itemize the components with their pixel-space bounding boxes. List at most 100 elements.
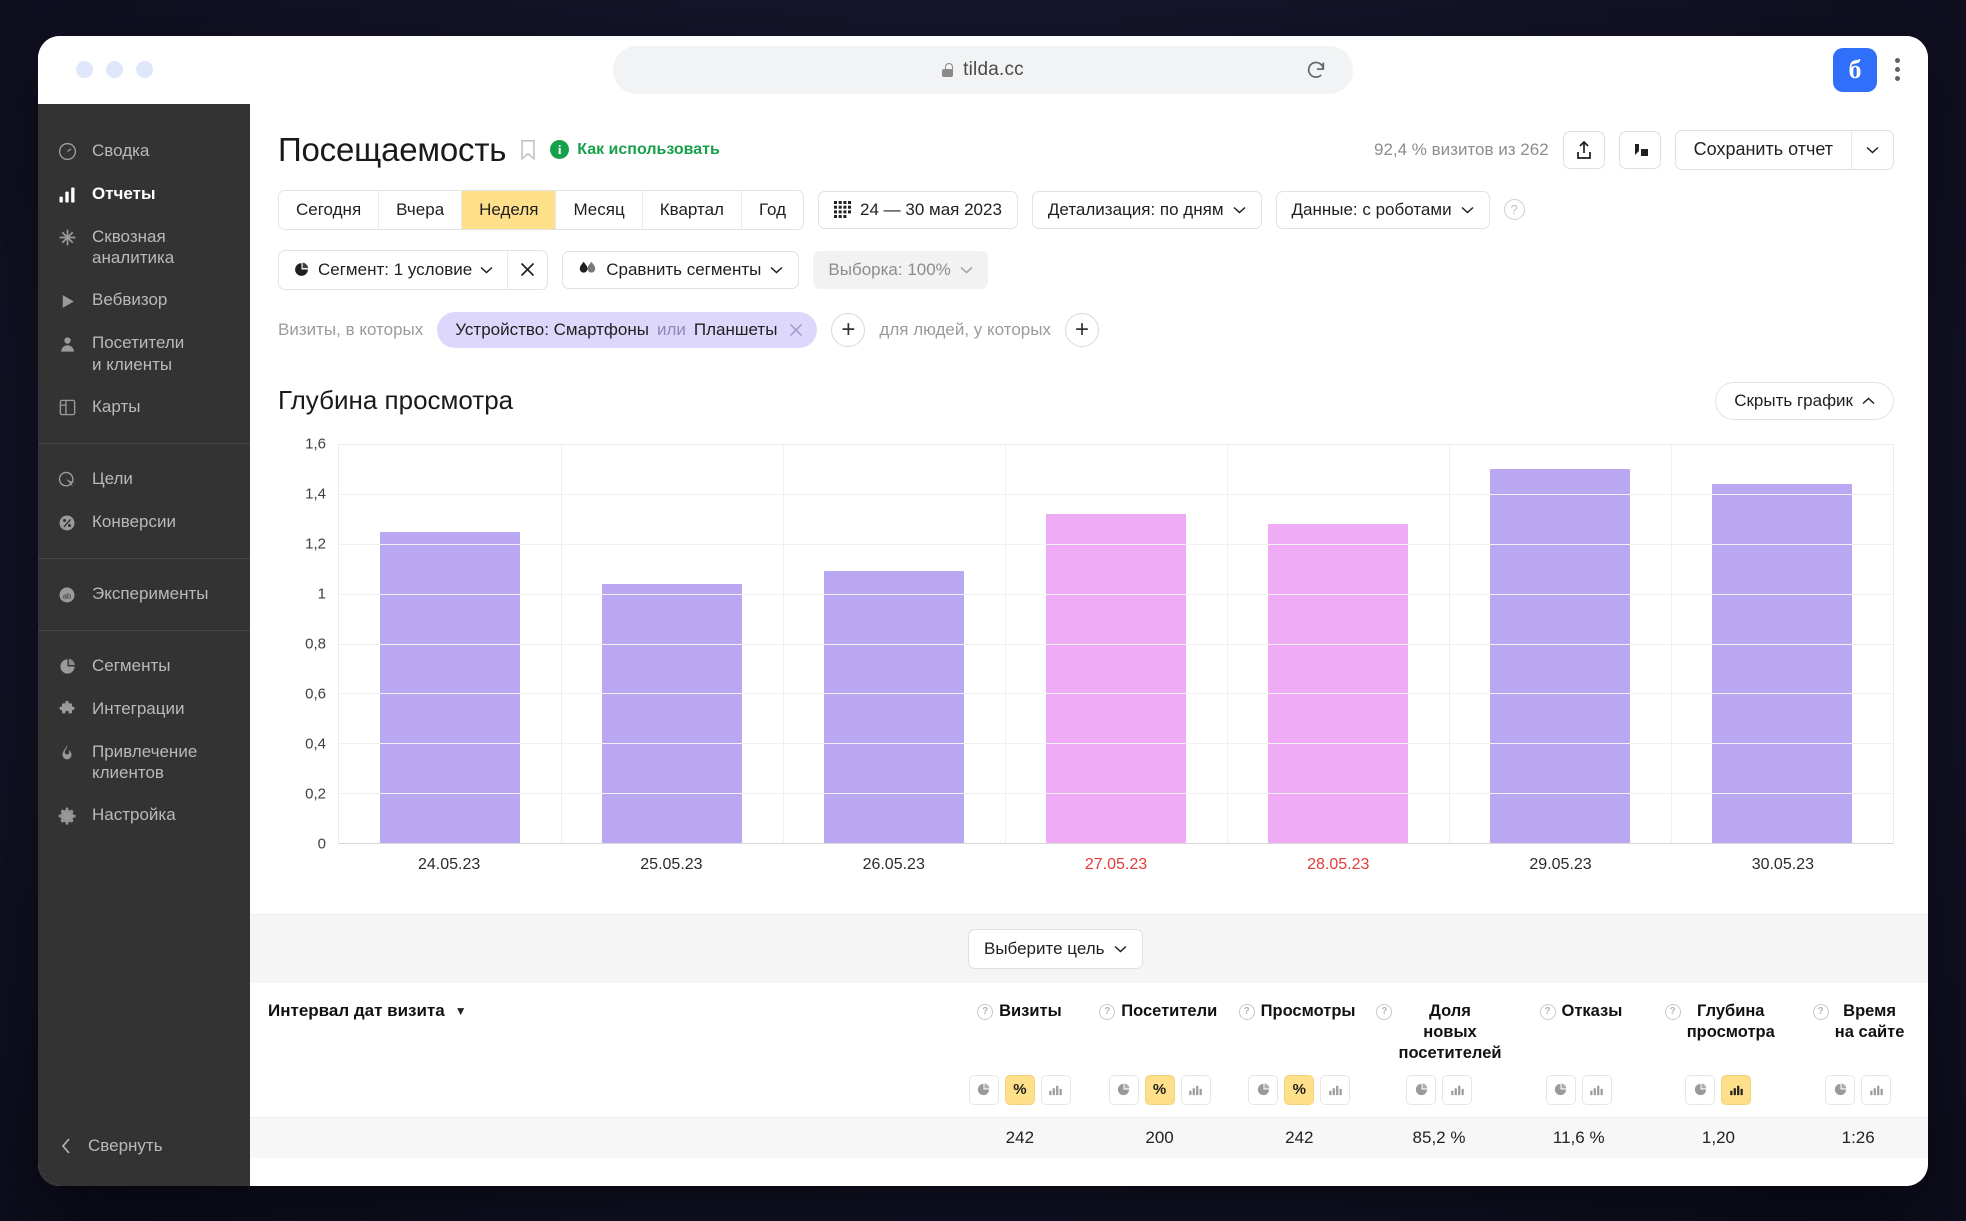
table-column-header[interactable]: ? Глубина просмотра xyxy=(1650,983,1789,1065)
table-cell: 200 xyxy=(1145,1127,1174,1147)
hide-chart-button[interactable]: Скрыть график xyxy=(1715,381,1894,420)
save-report-dropdown[interactable] xyxy=(1851,130,1893,169)
table-row-values: 242 200 242 85,2 % 11,6 % 1,20 1:26 xyxy=(950,1118,1928,1158)
sidebar-collapse-button[interactable]: Свернуть xyxy=(38,1120,250,1186)
table-column-header[interactable]: ? Посетители xyxy=(1089,983,1228,1065)
chart-bar[interactable] xyxy=(824,571,964,843)
table-column-header[interactable]: ? Просмотры xyxy=(1228,983,1367,1065)
sidebar-item-label: Эксперименты xyxy=(92,583,209,603)
period-quarter[interactable]: Квартал xyxy=(642,190,742,229)
two-drops-icon xyxy=(580,261,596,273)
sort-desc-icon[interactable]: ▼ xyxy=(455,1004,467,1018)
chart-bar[interactable] xyxy=(1268,524,1408,843)
bookmark-icon[interactable] xyxy=(520,139,536,161)
add-visit-condition-button[interactable]: + xyxy=(831,312,866,347)
viz-toggle-pie[interactable] xyxy=(1825,1074,1856,1105)
viz-toggle-bars[interactable] xyxy=(1180,1074,1211,1105)
viz-toggle-percent[interactable]: % xyxy=(1284,1074,1315,1105)
chart-bar[interactable] xyxy=(602,583,742,843)
viz-toggle-bars[interactable] xyxy=(1320,1074,1351,1105)
goal-selector[interactable]: Выберите цель xyxy=(968,928,1143,969)
viz-toggle-pie[interactable] xyxy=(1248,1074,1279,1105)
question-mark-icon[interactable]: ? xyxy=(1503,199,1525,220)
sidebar-item-customer-acquisition[interactable]: Привлечение клиентов xyxy=(38,731,250,795)
viz-toggle-bars[interactable] xyxy=(1721,1074,1752,1105)
period-week[interactable]: Неделя xyxy=(462,190,557,229)
sidebar-item-maps[interactable]: Карты xyxy=(38,386,250,429)
export-button[interactable] xyxy=(1562,130,1605,169)
sidebar-item-summary[interactable]: Сводка xyxy=(38,130,250,173)
detail-level-selector[interactable]: Детализация: по дням xyxy=(1031,190,1262,229)
address-bar[interactable]: tilda.cc xyxy=(613,45,1353,94)
viz-toggle-percent[interactable]: % xyxy=(1144,1074,1175,1105)
close-window-dot[interactable] xyxy=(76,61,93,78)
y-axis-tick-label: 0,2 xyxy=(305,785,326,802)
period-month[interactable]: Месяц xyxy=(556,190,643,229)
viz-toggle-pie[interactable] xyxy=(1545,1074,1576,1105)
kebab-menu-icon[interactable] xyxy=(1891,54,1904,85)
sidebar-item-experiments[interactable]: ab Эксперименты xyxy=(38,573,250,616)
viz-toggle-bars[interactable] xyxy=(1581,1074,1612,1105)
table-column-header[interactable]: ? Визиты xyxy=(950,983,1089,1065)
save-report-button[interactable]: Сохранить отчет xyxy=(1676,131,1851,169)
date-range-picker[interactable]: 24 — 30 мая 2023 xyxy=(818,190,1018,229)
bar-chart-icon xyxy=(56,184,78,206)
add-people-condition-button[interactable]: + xyxy=(1064,312,1099,347)
question-mark-icon[interactable]: ? xyxy=(977,1003,994,1020)
period-today[interactable]: Сегодня xyxy=(279,190,380,229)
question-mark-icon[interactable]: ? xyxy=(1539,1003,1556,1020)
chart-header: Глубина просмотра Скрыть график xyxy=(278,381,1894,420)
sidebar-item-webvisor[interactable]: Вебвизор xyxy=(38,279,250,322)
viz-toggle-bars[interactable] xyxy=(1861,1074,1892,1105)
segment-selector[interactable]: Сегмент: 1 условие xyxy=(279,251,507,289)
chart-bar[interactable] xyxy=(1490,469,1630,843)
filter-chip-device[interactable]: Устройство: Смартфоны или Планшеты xyxy=(437,311,818,348)
close-icon[interactable] xyxy=(789,323,803,337)
sidebar-item-conversions[interactable]: Конверсии xyxy=(38,501,250,544)
sidebar-item-segments[interactable]: Сегменты xyxy=(38,645,250,688)
sidebar-divider xyxy=(38,629,250,631)
question-mark-icon[interactable]: ? xyxy=(1376,1003,1393,1020)
question-mark-icon[interactable]: ? xyxy=(1664,1003,1681,1020)
sidebar-item-reports[interactable]: Отчеты xyxy=(38,173,250,216)
sidebar-item-integrations[interactable]: Интеграции xyxy=(38,688,250,731)
period-year[interactable]: Год xyxy=(741,190,804,229)
question-mark-icon[interactable]: ? xyxy=(1099,1003,1116,1020)
chart-bar[interactable] xyxy=(380,531,520,843)
sidebar-item-settings[interactable]: Настройка xyxy=(38,794,250,837)
table-row[interactable]: 242 200 242 85,2 % 11,6 % 1,20 1:26 xyxy=(250,1116,1928,1158)
table-row-label xyxy=(250,1118,950,1158)
reload-icon[interactable] xyxy=(1305,59,1327,81)
viz-toggle-bars[interactable] xyxy=(1442,1074,1473,1105)
compare-button[interactable] xyxy=(1618,130,1661,169)
table-column-header[interactable]: ? Отказы xyxy=(1512,983,1651,1065)
period-yesterday[interactable]: Вчера xyxy=(379,190,463,229)
table-column-header[interactable]: ? Доля новых посетителей xyxy=(1366,983,1511,1065)
pie-chart-icon xyxy=(1694,1083,1707,1096)
table-cell: 11,6 % xyxy=(1552,1127,1605,1147)
viz-toggle-pie[interactable] xyxy=(968,1074,999,1105)
compare-segments-button[interactable]: Сравнить сегменты xyxy=(562,250,800,289)
chart-bar[interactable] xyxy=(1712,484,1852,843)
viz-toggle-pie[interactable] xyxy=(1108,1074,1139,1105)
sampling-selector[interactable]: Выборка: 100% xyxy=(813,250,988,289)
how-to-use-link[interactable]: i Как использовать xyxy=(550,140,720,159)
viz-toggle-bars[interactable] xyxy=(1040,1074,1071,1105)
table-header-first-column[interactable]: Интервал дат визита ▼ xyxy=(250,983,950,1065)
data-mode-selector[interactable]: Данные: с роботами xyxy=(1275,190,1490,229)
sidebar-item-visitors[interactable]: Посетители и клиенты xyxy=(38,322,250,386)
viz-toggle-percent[interactable]: % xyxy=(1004,1074,1035,1105)
sidebar-item-label: Сводка xyxy=(92,140,150,160)
minimize-window-dot[interactable] xyxy=(106,61,123,78)
window-controls[interactable] xyxy=(76,61,153,78)
segment-clear-button[interactable] xyxy=(507,250,547,289)
browser-profile-badge[interactable]: б xyxy=(1833,47,1877,92)
viz-toggle-pie[interactable] xyxy=(1406,1074,1437,1105)
maximize-window-dot[interactable] xyxy=(136,61,153,78)
question-mark-icon[interactable]: ? xyxy=(1238,1003,1255,1020)
viz-toggle-pie[interactable] xyxy=(1685,1074,1716,1105)
question-mark-icon[interactable]: ? xyxy=(1812,1003,1829,1020)
sidebar-item-goals[interactable]: Цели xyxy=(38,458,250,501)
sidebar-item-cross-analytics[interactable]: Сквозная аналитика xyxy=(38,216,250,280)
table-column-header[interactable]: ? Время на сайте xyxy=(1789,983,1928,1065)
